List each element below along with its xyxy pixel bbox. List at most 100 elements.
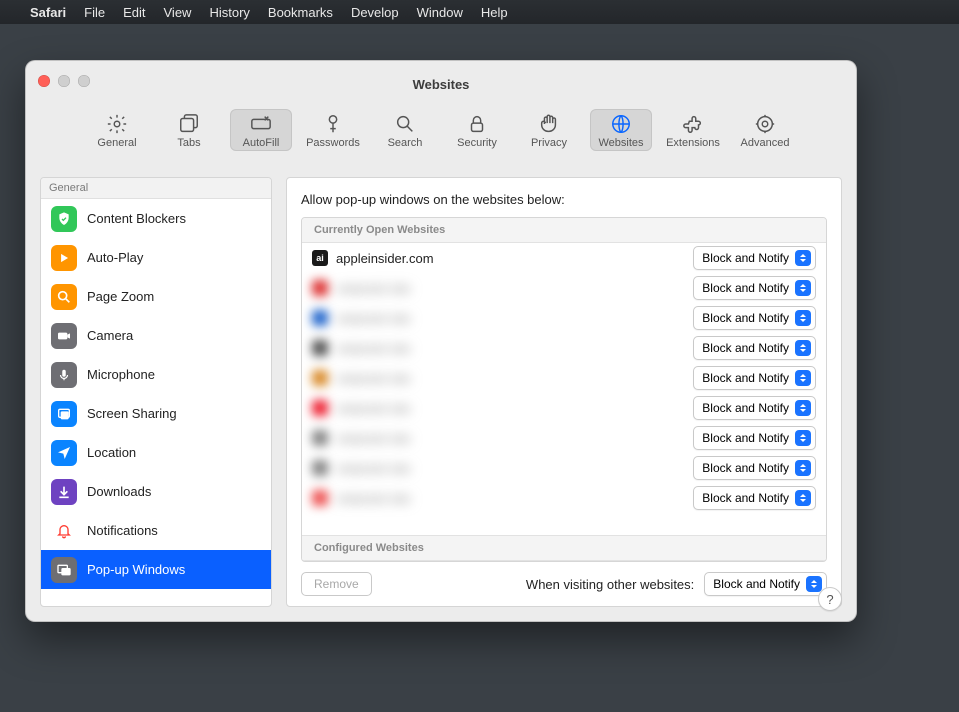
menu-bookmarks[interactable]: Bookmarks: [268, 5, 333, 20]
action-popup[interactable]: Block and Notify: [693, 366, 816, 390]
chevron-updown-icon: [795, 310, 811, 326]
sidebar-item-auto-play[interactable]: Auto-Play: [41, 238, 271, 277]
popup-icon: [51, 557, 77, 583]
table-row[interactable]: redacted siteBlock and Notify: [302, 423, 826, 453]
favicon: [312, 310, 328, 326]
action-popup[interactable]: Block and Notify: [693, 426, 816, 450]
popup-value: Block and Notify: [702, 491, 789, 505]
sidebar-item-notifications[interactable]: Notifications: [41, 511, 271, 550]
sidebar-item-page-zoom[interactable]: Page Zoom: [41, 277, 271, 316]
table-row[interactable]: aiappleinsider.comBlock and Notify: [302, 243, 826, 273]
tab-general[interactable]: General: [86, 109, 148, 151]
table-body[interactable]: aiappleinsider.comBlock and Notify redact…: [302, 243, 826, 535]
main-footer: Remove When visiting other websites: Blo…: [301, 562, 827, 596]
main-heading: Allow pop-up windows on the websites bel…: [301, 192, 827, 207]
menu-file[interactable]: File: [84, 5, 105, 20]
site-name: redacted site: [336, 341, 685, 356]
action-popup[interactable]: Block and Notify: [693, 306, 816, 330]
globe-icon: [610, 113, 632, 135]
sidebar-scroll[interactable]: Content BlockersAuto-PlayPage Zoom Camera…: [41, 199, 271, 606]
table-row[interactable]: redacted siteBlock and Notify: [302, 303, 826, 333]
sidebar-item-location[interactable]: Location: [41, 433, 271, 472]
sidebar-item-label: Microphone: [87, 367, 155, 382]
content-area: General Content BlockersAuto-PlayPage Zo…: [26, 167, 856, 621]
tab-extensions[interactable]: Extensions: [662, 109, 724, 151]
gear-icon: [106, 113, 128, 135]
help-button[interactable]: ?: [818, 587, 842, 611]
chevron-updown-icon: [795, 490, 811, 506]
action-popup[interactable]: Block and Notify: [693, 246, 816, 270]
chevron-updown-icon: [795, 370, 811, 386]
app-menu[interactable]: Safari: [30, 5, 66, 20]
tab-tabs[interactable]: Tabs: [158, 109, 220, 151]
other-websites-label: When visiting other websites:: [526, 577, 694, 592]
table-row[interactable]: redacted site Block and Notify: [302, 363, 826, 393]
menu-develop[interactable]: Develop: [351, 5, 399, 20]
tab-label: Websites: [598, 137, 643, 149]
table-row[interactable]: redacted site Block and Notify: [302, 453, 826, 483]
tab-privacy[interactable]: Privacy: [518, 109, 580, 151]
preferences-toolbar: General Tabs AutoFill Passwords Search S…: [26, 107, 856, 167]
tab-advanced[interactable]: Advanced: [734, 109, 796, 151]
table-row[interactable]: redacted siteBlock and Notify: [302, 273, 826, 303]
sidebar-item-camera[interactable]: Camera: [41, 316, 271, 355]
menu-help[interactable]: Help: [481, 5, 508, 20]
menu-window[interactable]: Window: [417, 5, 463, 20]
chevron-updown-icon: [795, 430, 811, 446]
sidebar-item-label: Camera: [87, 328, 133, 343]
menu-view[interactable]: View: [164, 5, 192, 20]
screen-icon: [51, 401, 77, 427]
main-pane: Allow pop-up windows on the websites bel…: [286, 177, 842, 607]
key-icon: [322, 113, 344, 135]
chevron-updown-icon: [795, 280, 811, 296]
chevron-updown-icon: [806, 576, 822, 592]
popup-value: Block and Notify: [702, 341, 789, 355]
sidebar-item-content-blockers[interactable]: Content Blockers: [41, 199, 271, 238]
menu-edit[interactable]: Edit: [123, 5, 145, 20]
remove-button[interactable]: Remove: [301, 572, 372, 596]
tab-label: Passwords: [306, 137, 360, 149]
sidebar-item-label: Screen Sharing: [87, 406, 177, 421]
tab-search[interactable]: Search: [374, 109, 436, 151]
tab-label: General: [97, 137, 136, 149]
table-section-header-2: Configured Websites: [302, 535, 826, 561]
advanced-gear-icon: [754, 113, 776, 135]
action-popup[interactable]: Block and Notify: [693, 486, 816, 510]
sidebar-item-label: Downloads: [87, 484, 151, 499]
lock-icon: [466, 113, 488, 135]
tab-label: Tabs: [177, 137, 200, 149]
sidebar-item-pop-up-windows[interactable]: Pop-up Windows: [41, 550, 271, 589]
chevron-updown-icon: [795, 460, 811, 476]
preferences-window: Websites General Tabs AutoFill Passwords…: [25, 60, 857, 622]
favicon: [312, 460, 328, 476]
close-button[interactable]: [38, 75, 50, 87]
table-row[interactable]: redacted site Block and Notify: [302, 333, 826, 363]
sidebar: General Content BlockersAuto-PlayPage Zo…: [40, 177, 272, 607]
tab-security[interactable]: Security: [446, 109, 508, 151]
popup-value: Block and Notify: [702, 251, 789, 265]
minimize-button[interactable]: [58, 75, 70, 87]
action-popup[interactable]: Block and Notify: [693, 396, 816, 420]
action-popup[interactable]: Block and Notify: [693, 276, 816, 300]
popup-value: Block and Notify: [713, 577, 800, 591]
table-section-header: Currently Open Websites: [302, 218, 826, 243]
titlebar: Websites: [26, 61, 856, 107]
sidebar-item-screen-sharing[interactable]: Screen Sharing: [41, 394, 271, 433]
tab-passwords[interactable]: Passwords: [302, 109, 364, 151]
action-popup[interactable]: Block and Notify: [693, 456, 816, 480]
other-websites-popup[interactable]: Block and Notify: [704, 572, 827, 596]
tab-websites[interactable]: Websites: [590, 109, 652, 151]
location-icon: [51, 440, 77, 466]
sidebar-item-microphone[interactable]: Microphone: [41, 355, 271, 394]
table-row[interactable]: redacted site Block and Notify: [302, 483, 826, 513]
tabs-icon: [178, 113, 200, 135]
sidebar-item-downloads[interactable]: Downloads: [41, 472, 271, 511]
zoom-button[interactable]: [78, 75, 90, 87]
site-name: redacted site: [336, 371, 685, 386]
site-name: redacted site: [336, 491, 685, 506]
table-row[interactable]: redacted siteBlock and Notify: [302, 393, 826, 423]
menu-history[interactable]: History: [209, 5, 249, 20]
tab-autofill[interactable]: AutoFill: [230, 109, 292, 151]
action-popup[interactable]: Block and Notify: [693, 336, 816, 360]
site-name: redacted site: [336, 461, 685, 476]
